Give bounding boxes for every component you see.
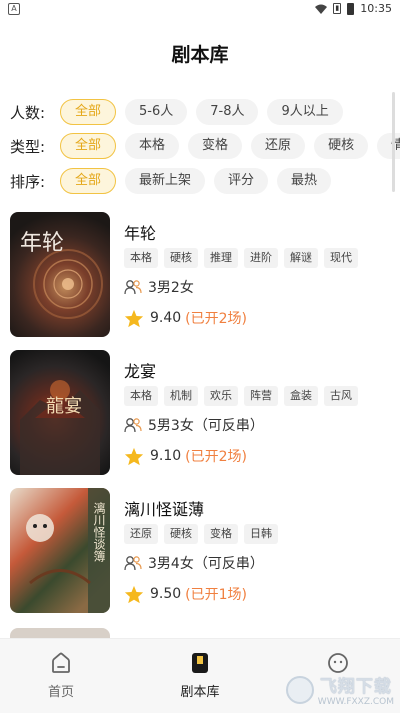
nav-label-home: 首页 <box>47 685 74 700</box>
home-icon <box>52 652 70 673</box>
page-title: 剧本库 <box>171 44 229 66</box>
filter-label-sort: 排序: <box>10 172 46 191</box>
script-name[interactable]: 龙宴 <box>124 358 156 382</box>
chip-sort-newest[interactable]: 最新上架 <box>125 168 206 194</box>
script-tag: 本格 <box>124 248 158 268</box>
script-cover-image: 龍宴 <box>10 350 110 475</box>
script-rating: 9.50 (已开1场) <box>124 584 247 604</box>
star-icon <box>124 447 144 465</box>
battery-icon <box>347 2 355 15</box>
script-players: 3男2女 <box>124 277 194 297</box>
players-count: 5男3女（可反串） <box>148 418 264 434</box>
script-tag: 还原 <box>124 524 158 544</box>
people-icon <box>124 280 142 295</box>
filter-label-players: 人数: <box>10 103 46 122</box>
script-tag: 变格 <box>204 524 238 544</box>
chip-sort-rating[interactable]: 评分 <box>214 168 269 194</box>
wifi-icon <box>315 4 328 14</box>
script-tag: 盒装 <box>284 386 318 406</box>
script-name[interactable]: 漓川怪诞薄 <box>124 496 204 520</box>
session-count: (已开1场) <box>185 587 248 603</box>
script-players: 3男4女（可反串） <box>124 553 264 573</box>
chip-sort-all[interactable]: 全部 <box>60 168 117 194</box>
script-tag: 阵营 <box>244 386 278 406</box>
script-tag: 现代 <box>324 248 358 268</box>
chip-type-qinggan[interactable]: 情感 <box>377 133 400 159</box>
star-icon <box>124 585 144 603</box>
chip-players-7-8[interactable]: 7-8人 <box>196 99 259 125</box>
script-cover-image: 年轮 <box>10 212 110 337</box>
script-tag: 推理 <box>204 248 238 268</box>
script-players: 5男3女（可反串） <box>124 415 264 435</box>
chip-players-all[interactable]: 全部 <box>60 99 117 125</box>
script-tag: 古风 <box>324 386 358 406</box>
status-icons: ▮ 10:35 <box>315 2 392 15</box>
people-icon <box>124 556 142 571</box>
nav-item-script-library[interactable]: 剧本库 <box>160 651 240 700</box>
watermark-main: 飞翔下载 <box>319 677 392 697</box>
script-name[interactable]: 年轮 <box>124 220 156 244</box>
watermark-text: 飞翔下载 WWW.FXXZ.COM <box>318 672 394 707</box>
cover-title-text: 龍宴 <box>46 395 82 417</box>
score: 9.50 <box>150 586 182 602</box>
chip-type-yinghe[interactable]: 硬核 <box>314 133 369 159</box>
score: 9.10 <box>150 448 182 464</box>
script-tag: 日韩 <box>244 524 278 544</box>
script-tag: 解谜 <box>284 248 318 268</box>
star-icon <box>124 309 144 327</box>
script-cover-image: 漓川怪谈簿 <box>10 488 110 613</box>
cover-title-text: 年轮 <box>20 231 64 256</box>
script-tags: 本格 硬核 推理 进阶 解谜 现代 <box>124 248 358 268</box>
script-rating: 9.40 (已开2场) <box>124 308 247 328</box>
chip-players-5-6[interactable]: 5-6人 <box>125 99 188 125</box>
nav-item-home[interactable]: 首页 <box>21 651 101 700</box>
chip-type-biange[interactable]: 变格 <box>188 133 243 159</box>
players-count: 3男4女（可反串） <box>148 556 264 572</box>
script-tag: 本格 <box>124 386 158 406</box>
watermark-sub: WWW.FXXZ.COM <box>317 697 394 707</box>
script-tag: 机制 <box>164 386 198 406</box>
filter-label-type: 类型: <box>10 137 46 156</box>
players-count: 3男2女 <box>148 280 194 296</box>
chip-type-huanyuan[interactable]: 还原 <box>251 133 306 159</box>
sim-icon: ▮ <box>333 3 342 14</box>
cover-title-text: 漓川怪谈簿 <box>92 501 106 562</box>
chip-type-all[interactable]: 全部 <box>60 133 117 159</box>
filter-row-sort: 排序: 全部 最新上架 评分 最热 <box>10 166 400 196</box>
script-library-icon <box>192 653 208 673</box>
chip-players-9-plus[interactable]: 9人以上 <box>267 99 343 125</box>
script-card[interactable]: 龍宴 龙宴 本格 机制 欢乐 阵营 盒装 古风 5男3女（可反串） 9.10 (… <box>10 350 390 476</box>
people-icon <box>124 418 142 433</box>
chip-sort-hottest[interactable]: 最热 <box>277 168 332 194</box>
script-card[interactable]: 漓川怪谈簿 漓川怪诞薄 还原 硬核 变格 日韩 3男4女（可反串） 9.50 (… <box>10 488 390 614</box>
notification-icon: A <box>8 3 20 15</box>
script-tags: 本格 机制 欢乐 阵营 盒装 古风 <box>124 386 358 406</box>
chip-type-bengé[interactable]: 本格 <box>125 133 180 159</box>
script-tags: 还原 硬核 变格 日韩 <box>124 524 278 544</box>
watermark-logo-icon <box>285 675 314 704</box>
script-rating: 9.10 (已开2场) <box>124 446 247 466</box>
scrollbar[interactable] <box>392 92 395 192</box>
script-tag: 欢乐 <box>204 386 238 406</box>
status-bar: A ▮ 10:35 <box>0 0 400 18</box>
status-time: 10:35 <box>360 2 392 15</box>
session-count: (已开2场) <box>185 449 248 465</box>
nav-label-script-library: 剧本库 <box>180 685 220 700</box>
session-count: (已开2场) <box>185 311 248 327</box>
script-card[interactable]: 年轮 年轮 本格 硬核 推理 进阶 解谜 现代 3男2女 9.40 (已开2场) <box>10 212 390 338</box>
filter-row-players: 人数: 全部 5-6人 7-8人 9人以上 <box>10 97 400 127</box>
script-tag: 硬核 <box>164 248 198 268</box>
script-tag: 进阶 <box>244 248 278 268</box>
script-tag: 硬核 <box>164 524 198 544</box>
filter-row-type: 类型: 全部 本格 变格 还原 硬核 情感 <box>10 131 400 161</box>
score: 9.40 <box>150 310 182 326</box>
watermark: 飞翔下载 WWW.FXXZ.COM <box>285 672 394 707</box>
